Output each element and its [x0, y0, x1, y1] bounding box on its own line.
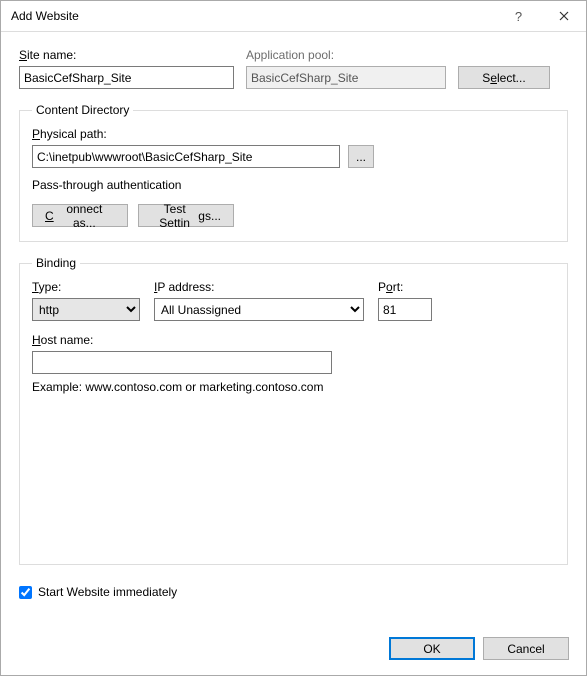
content-directory-group: Content Directory Physical path: ... Pas… — [19, 103, 568, 242]
site-name-label: Site name: — [19, 48, 234, 62]
start-immediately-label: Start Website immediately — [38, 585, 177, 599]
start-immediately-checkbox[interactable] — [19, 586, 32, 599]
app-pool-input — [246, 66, 446, 89]
select-app-pool-button[interactable]: Select... — [458, 66, 550, 89]
binding-legend: Binding — [32, 256, 80, 270]
close-button[interactable] — [541, 1, 586, 31]
port-input[interactable] — [378, 298, 432, 321]
window-title: Add Website — [11, 9, 496, 23]
ok-button[interactable]: OK — [389, 637, 475, 660]
host-input[interactable] — [32, 351, 332, 374]
physical-path-label: Physical path: — [32, 127, 555, 141]
close-icon — [559, 11, 569, 21]
connect-as-button[interactable]: Connect as... — [32, 204, 128, 227]
content-directory-legend: Content Directory — [32, 103, 133, 117]
site-name-input[interactable] — [19, 66, 234, 89]
port-label: Port: — [378, 280, 432, 294]
titlebar: Add Website ? — [1, 1, 586, 32]
host-example: Example: www.contoso.com or marketing.co… — [32, 380, 555, 394]
dialog-footer: OK Cancel — [0, 625, 587, 676]
passthrough-label: Pass-through authentication — [32, 178, 555, 192]
physical-path-input[interactable] — [32, 145, 340, 168]
type-select[interactable]: http — [32, 298, 140, 321]
cancel-button[interactable]: Cancel — [483, 637, 569, 660]
browse-path-button[interactable]: ... — [348, 145, 374, 168]
ip-select[interactable]: All Unassigned — [154, 298, 364, 321]
type-label: Type: — [32, 280, 140, 294]
binding-group: Binding Type: http IP address: All Unass… — [19, 256, 568, 565]
help-button[interactable]: ? — [496, 1, 541, 31]
host-label: Host name: — [32, 333, 555, 347]
app-pool-label: Application pool: — [246, 48, 446, 62]
test-settings-button[interactable]: Test Settings... — [138, 204, 234, 227]
ip-label: IP address: — [154, 280, 364, 294]
